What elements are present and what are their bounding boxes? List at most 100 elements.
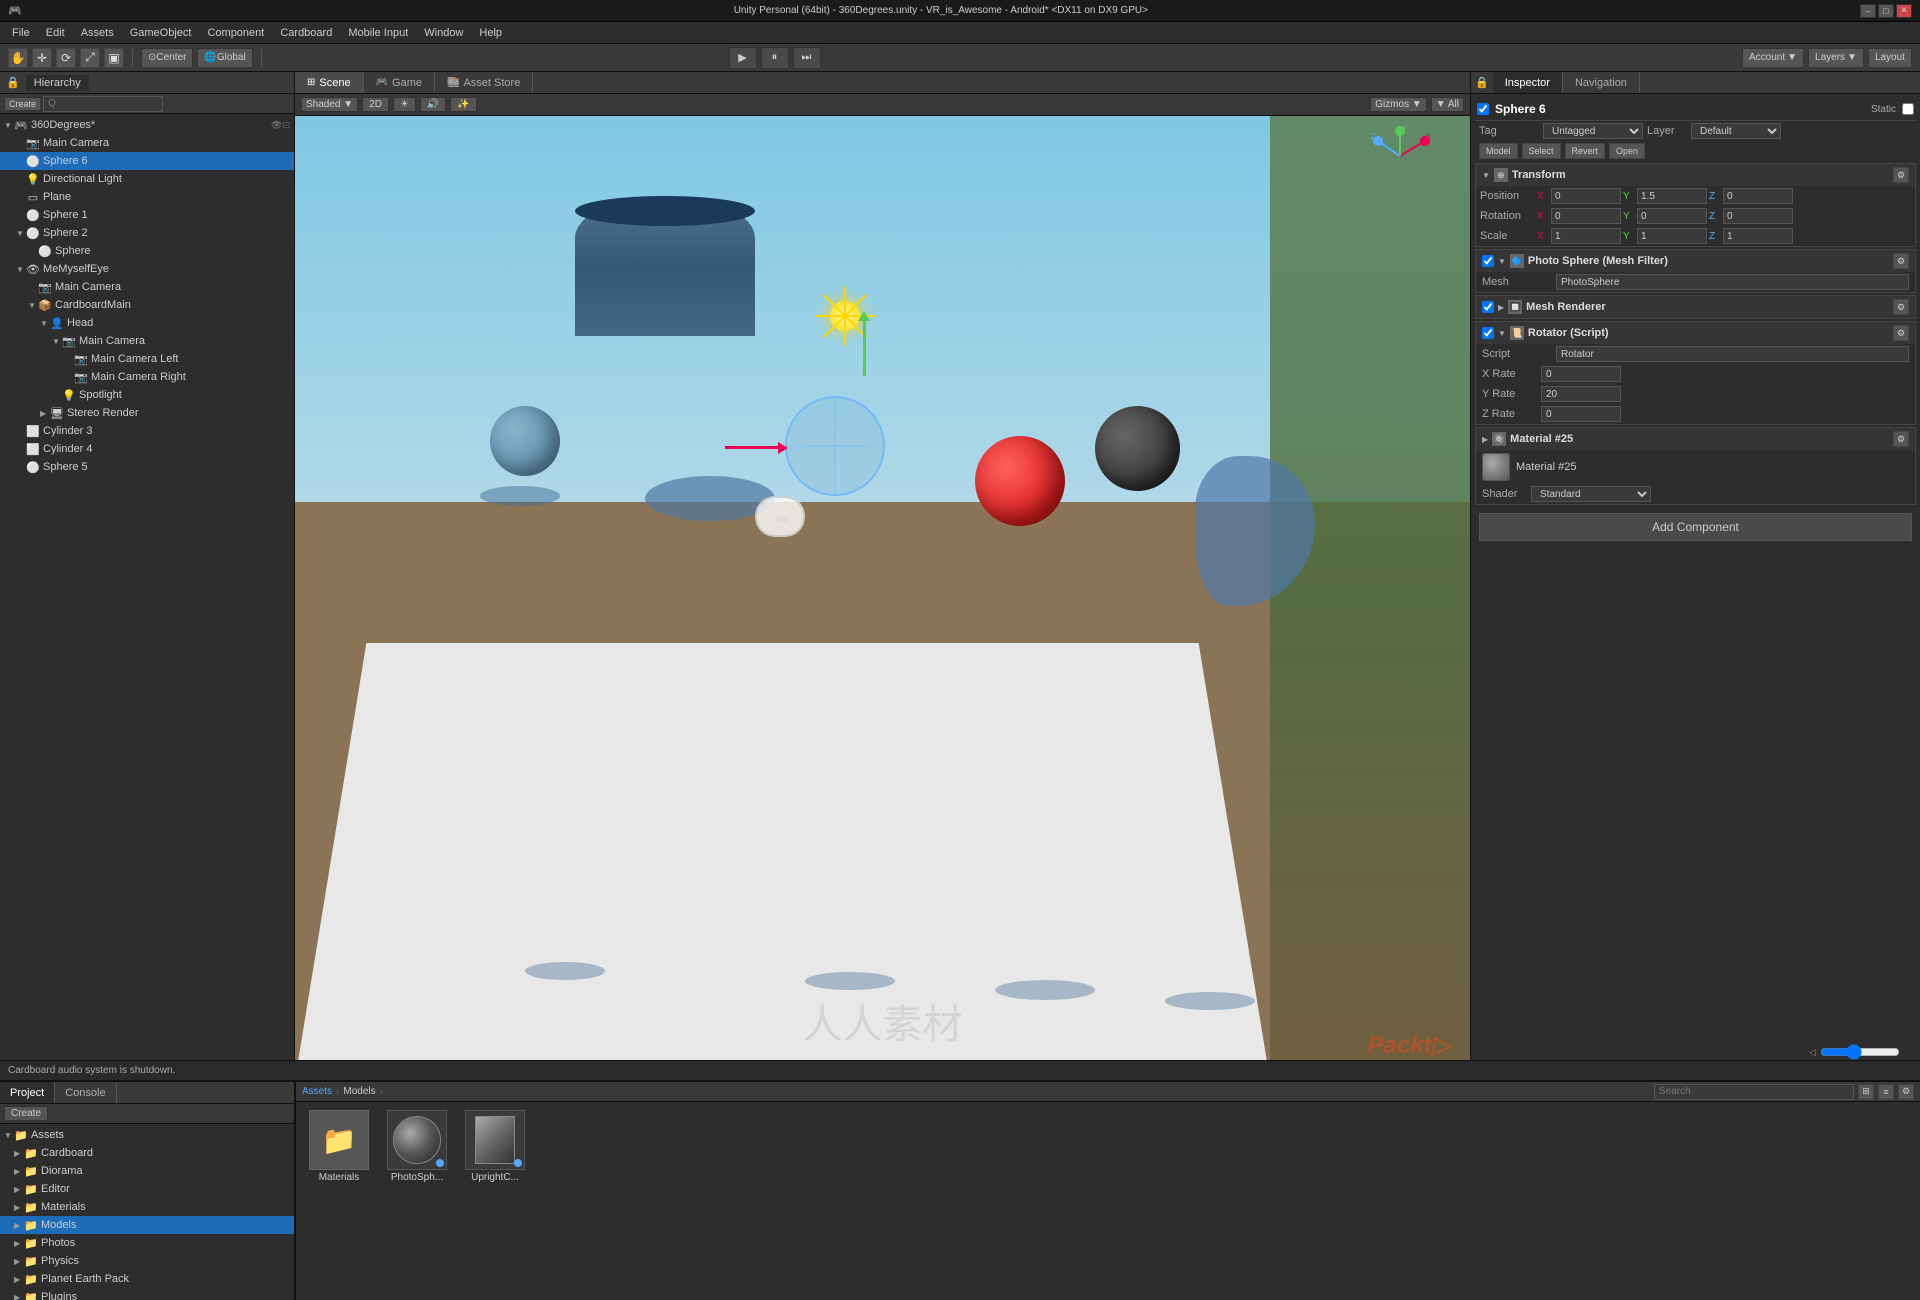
- x-rate-input[interactable]: [1541, 366, 1621, 382]
- tree-planet-earth-pack[interactable]: ▶ 📁 Planet Earth Pack: [0, 1270, 294, 1288]
- project-create-btn[interactable]: Create: [4, 1106, 48, 1121]
- layers-dropdown[interactable]: Layers ▼: [1808, 48, 1864, 68]
- tree-item[interactable]: ▭ Plane: [0, 188, 294, 206]
- account-dropdown[interactable]: Account ▼: [1742, 48, 1804, 68]
- maximize-button[interactable]: □: [1878, 4, 1894, 18]
- layer-select[interactable]: Default: [1691, 123, 1781, 139]
- static-checkbox[interactable]: [1902, 103, 1914, 115]
- material-settings-icon[interactable]: ⚙: [1893, 431, 1909, 447]
- tab-game[interactable]: 🎮 Game: [364, 72, 435, 93]
- position-x[interactable]: [1551, 188, 1621, 204]
- center-button[interactable]: ⊙ Center: [141, 48, 193, 68]
- tree-item[interactable]: ⬜ Cylinder 3: [0, 422, 294, 440]
- tree-item[interactable]: ▼ 👤 Head: [0, 314, 294, 332]
- move-tool[interactable]: ✛: [32, 48, 52, 68]
- audio-button[interactable]: 🔊: [420, 97, 446, 112]
- tab-inspector[interactable]: Inspector: [1493, 72, 1563, 93]
- script-value[interactable]: [1556, 346, 1909, 362]
- material-header[interactable]: ▶ 🔘 Material #25 ⚙: [1476, 428, 1915, 450]
- add-component-button[interactable]: Add Component: [1479, 513, 1912, 541]
- layout-dropdown[interactable]: Layout: [1868, 48, 1912, 68]
- tree-item[interactable]: 📷 Main Camera Right: [0, 368, 294, 386]
- mesh-filter-enabled[interactable]: [1482, 255, 1494, 267]
- select-button[interactable]: Select: [1522, 143, 1561, 159]
- step-button[interactable]: ⏭: [793, 47, 821, 69]
- position-y[interactable]: [1637, 188, 1707, 204]
- tree-photos[interactable]: ▶ 📁 Photos: [0, 1234, 294, 1252]
- rotator-enabled[interactable]: [1482, 327, 1494, 339]
- transform-settings-icon[interactable]: ⚙: [1893, 167, 1909, 183]
- model-button[interactable]: Model: [1479, 143, 1518, 159]
- tree-assets[interactable]: ▼ 📁 Assets: [0, 1126, 294, 1144]
- tree-item[interactable]: ▼ 📷 Main Camera: [0, 332, 294, 350]
- rotation-x[interactable]: [1551, 208, 1621, 224]
- rotator-settings-icon[interactable]: ⚙: [1893, 325, 1909, 341]
- menu-help[interactable]: Help: [471, 25, 510, 41]
- menu-window[interactable]: Window: [416, 25, 471, 41]
- rotate-tool[interactable]: ⟳: [56, 48, 76, 68]
- menu-gameobject[interactable]: GameObject: [122, 25, 200, 41]
- scale-y[interactable]: [1637, 228, 1707, 244]
- hierarchy-tab[interactable]: Hierarchy: [26, 75, 89, 91]
- tree-item[interactable]: ▼ 👁 MeMyselfEye: [0, 260, 294, 278]
- tab-console[interactable]: Console: [55, 1082, 116, 1103]
- tree-item[interactable]: ⚪ Sphere 1: [0, 206, 294, 224]
- menu-cardboard[interactable]: Cardboard: [272, 25, 340, 41]
- asset-uprightc[interactable]: UprightC...: [460, 1110, 530, 1183]
- hierarchy-search[interactable]: [43, 96, 163, 112]
- fx-button[interactable]: ✨: [450, 97, 476, 112]
- tree-item[interactable]: ▶ 🖥 Stereo Render: [0, 404, 294, 422]
- tree-item[interactable]: ⚪ Sphere 5: [0, 458, 294, 476]
- menu-mobile-input[interactable]: Mobile Input: [340, 25, 416, 41]
- selected-sphere[interactable]: [785, 396, 885, 496]
- tree-item[interactable]: 💡 Spotlight: [0, 386, 294, 404]
- tree-item[interactable]: ▼ 📦 CardboardMain: [0, 296, 294, 314]
- gizmos-dropdown[interactable]: Gizmos ▼: [1370, 97, 1427, 112]
- mesh-filter-settings-icon[interactable]: ⚙: [1893, 253, 1909, 269]
- z-rate-input[interactable]: [1541, 406, 1621, 422]
- tree-item[interactable]: 📷 Main Camera: [0, 278, 294, 296]
- rotation-y[interactable]: [1637, 208, 1707, 224]
- menu-assets[interactable]: Assets: [73, 25, 122, 41]
- asset-materials[interactable]: 📁 Materials: [304, 1110, 374, 1183]
- hand-tool[interactable]: ✋: [8, 48, 28, 68]
- tree-item[interactable]: ▼ 🎮 360Degrees* 👁 ⊡: [0, 116, 294, 134]
- mesh-filter-header[interactable]: ▼ 🔷 Photo Sphere (Mesh Filter) ⚙: [1476, 250, 1915, 272]
- asset-search-input[interactable]: [1654, 1084, 1854, 1100]
- mesh-renderer-settings-icon[interactable]: ⚙: [1893, 299, 1909, 315]
- light-button[interactable]: ☀: [393, 97, 416, 112]
- tree-item[interactable]: ⚪ Sphere: [0, 242, 294, 260]
- open-button[interactable]: Open: [1609, 143, 1645, 159]
- asset-photosphere[interactable]: PhotoSph...: [382, 1110, 452, 1183]
- tree-materials[interactable]: ▶ 📁 Materials: [0, 1198, 294, 1216]
- grid-view-icon[interactable]: ⊞: [1858, 1084, 1874, 1100]
- settings-view-icon[interactable]: ⚙: [1898, 1084, 1914, 1100]
- pause-button[interactable]: ⏸: [761, 47, 789, 69]
- mesh-value[interactable]: [1556, 274, 1909, 290]
- tree-item-sphere6[interactable]: ⚪ Sphere 6: [0, 152, 294, 170]
- y-rate-input[interactable]: [1541, 386, 1621, 402]
- revert-button[interactable]: Revert: [1565, 143, 1606, 159]
- mesh-renderer-header[interactable]: ▶ 🔲 Mesh Renderer ⚙: [1476, 296, 1915, 318]
- shading-dropdown[interactable]: Shaded ▼: [301, 97, 358, 112]
- breadcrumb-assets[interactable]: Assets: [302, 1086, 332, 1097]
- tree-physics[interactable]: ▶ 📁 Physics: [0, 1252, 294, 1270]
- rotation-z[interactable]: [1723, 208, 1793, 224]
- menu-file[interactable]: File: [4, 25, 38, 41]
- tree-item[interactable]: ⬜ Cylinder 4: [0, 440, 294, 458]
- minimize-button[interactable]: –: [1860, 4, 1876, 18]
- play-button[interactable]: ▶: [729, 47, 757, 69]
- tree-plugins[interactable]: ▶ 📁 Plugins: [0, 1288, 294, 1300]
- tree-item[interactable]: 💡 Directional Light: [0, 170, 294, 188]
- tag-select[interactable]: Untagged: [1543, 123, 1643, 139]
- list-view-icon[interactable]: ≡: [1878, 1084, 1894, 1100]
- tree-cardboard[interactable]: ▶ 📁 Cardboard: [0, 1144, 294, 1162]
- position-z[interactable]: [1723, 188, 1793, 204]
- menu-component[interactable]: Component: [199, 25, 272, 41]
- tree-diorama[interactable]: ▶ 📁 Diorama: [0, 1162, 294, 1180]
- scale-z[interactable]: [1723, 228, 1793, 244]
- hierarchy-create-btn[interactable]: Create: [4, 97, 41, 111]
- tab-project[interactable]: Project: [0, 1082, 55, 1103]
- scale-x[interactable]: [1551, 228, 1621, 244]
- tree-editor[interactable]: ▶ 📁 Editor: [0, 1180, 294, 1198]
